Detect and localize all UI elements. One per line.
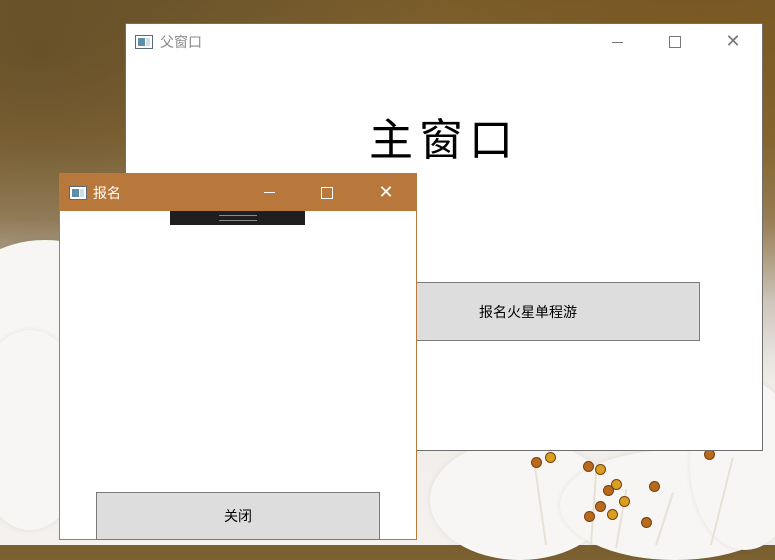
parent-window-titlebar[interactable]: 父窗口 ✕	[126, 24, 762, 60]
close-icon: ✕	[725, 31, 741, 52]
close-dialog-button[interactable]: 关闭	[96, 492, 380, 540]
close-icon: ✕	[378, 181, 394, 203]
grip-handle-icon	[219, 215, 257, 221]
window-app-icon	[69, 186, 87, 200]
child-window-title: 报名	[93, 186, 121, 202]
child-window: 报名 ✕ 关闭	[59, 173, 417, 540]
parent-window-title: 父窗口	[160, 35, 202, 51]
main-heading: 主窗口	[369, 115, 519, 166]
minimize-icon	[263, 192, 275, 193]
minimize-button[interactable]	[588, 24, 646, 60]
maximize-button[interactable]	[298, 174, 356, 211]
close-button[interactable]: ✕	[357, 174, 415, 211]
maximize-icon	[321, 186, 333, 199]
close-button[interactable]: ✕	[704, 24, 762, 60]
debug-toolbar-strip[interactable]	[170, 211, 305, 225]
child-window-titlebar[interactable]: 报名 ✕	[60, 174, 416, 211]
maximize-button[interactable]	[646, 24, 704, 60]
maximize-icon	[669, 36, 681, 48]
minimize-icon	[611, 41, 623, 43]
minimize-button[interactable]	[240, 174, 298, 211]
window-app-icon	[135, 35, 153, 49]
